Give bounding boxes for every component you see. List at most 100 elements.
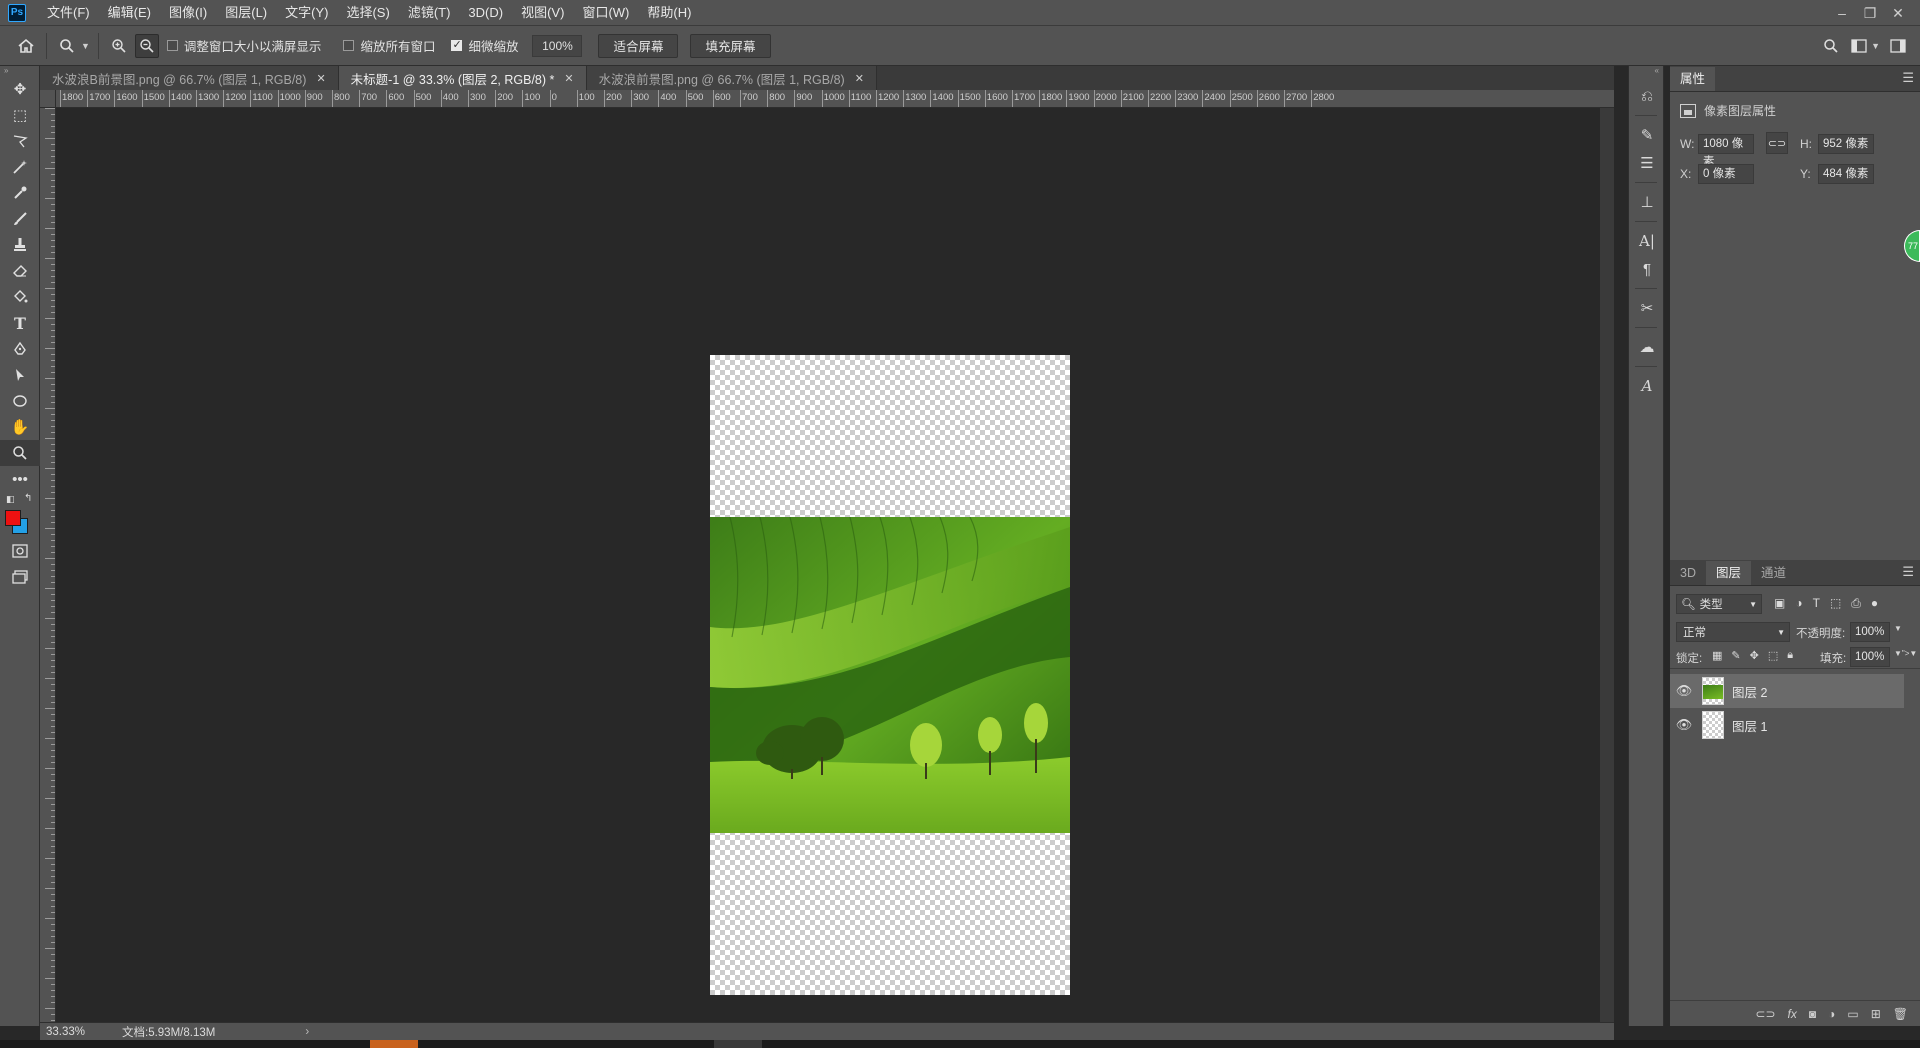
lock-transparent-icon[interactable]: ▦: [1712, 649, 1722, 662]
canvas-area[interactable]: [56, 108, 1614, 1022]
zoom-out-icon[interactable]: [134, 33, 159, 58]
filter-shape-icon[interactable]: ⬚: [1830, 596, 1841, 611]
delete-layer-icon[interactable]: 🗑︎: [1893, 1007, 1908, 1021]
height-field[interactable]: 952 像素: [1818, 134, 1874, 154]
layer-style-icon[interactable]: fx: [1788, 1007, 1797, 1021]
tab-doc-3[interactable]: 水波浪前景图.png @ 66.7% (图层 1, RGB/8) ✕: [586, 66, 877, 90]
ruler-origin[interactable]: [40, 90, 56, 108]
zoom-tool-icon[interactable]: [0, 440, 40, 466]
blend-mode-select[interactable]: 正常 ▼: [1676, 622, 1790, 642]
menu-3d[interactable]: 3D(D): [459, 0, 512, 26]
filter-type-icon[interactable]: T: [1813, 596, 1820, 611]
menu-edit[interactable]: 编辑(E): [99, 0, 160, 26]
filter-toggle-icon[interactable]: ●: [1871, 596, 1878, 611]
type-tool-icon[interactable]: T: [0, 310, 40, 336]
workspace-icon[interactable]: [1847, 34, 1871, 58]
history-icon[interactable]: ⎌: [1629, 82, 1665, 110]
resize-windows-checkbox[interactable]: 调整窗口大小以满屏显示: [166, 36, 321, 55]
layer-name[interactable]: 图层 2: [1732, 682, 1767, 701]
layer-filter-select[interactable]: 🔍︎ 类型 ▼: [1676, 594, 1762, 614]
restore-icon[interactable]: ❐: [1856, 5, 1884, 22]
more-tools-icon[interactable]: •••: [0, 466, 40, 492]
floating-badge[interactable]: 77: [1904, 230, 1920, 262]
search-icon[interactable]: [1819, 34, 1843, 58]
adjustments-icon[interactable]: ☰: [1629, 149, 1665, 177]
zoom-percent-field[interactable]: 100%: [532, 34, 583, 57]
fill-screen-button[interactable]: 填充屏幕: [690, 33, 771, 58]
screen-mode-icon[interactable]: [0, 564, 40, 590]
menu-window[interactable]: 窗口(W): [573, 0, 638, 26]
link-icon[interactable]: ⊂⊃: [1766, 132, 1788, 154]
path-selection-tool-icon[interactable]: [0, 362, 40, 388]
clone-source-icon[interactable]: ⊥: [1629, 188, 1665, 216]
tab-doc-2[interactable]: 未标题-1 @ 33.3% (图层 2, RGB/8) * ✕: [338, 66, 587, 90]
opacity-field[interactable]: 100%: [1850, 622, 1890, 642]
menu-view[interactable]: 视图(V): [512, 0, 573, 26]
swap-colors-icon[interactable]: ↰: [24, 493, 32, 504]
paragraph-icon[interactable]: ¶: [1629, 255, 1665, 283]
new-layer-icon[interactable]: ⊞: [1871, 1007, 1881, 1021]
pen-tool-icon[interactable]: [0, 336, 40, 362]
close-icon[interactable]: ✕: [855, 72, 864, 85]
move-tool-icon[interactable]: ✥: [0, 76, 40, 102]
brush-settings-icon[interactable]: ✎: [1629, 121, 1665, 149]
tab-doc-1[interactable]: 水波浪B前景图.png @ 66.7% (图层 1, RGB/8) ✕: [40, 66, 339, 90]
lock-artboard-icon[interactable]: ⬚: [1768, 649, 1778, 662]
default-colors-icon[interactable]: ◧: [6, 494, 15, 505]
share-panel-icon[interactable]: [1886, 34, 1910, 58]
horizontal-ruler[interactable]: 1800 1700 1600 1500 1400 1300 1200 1100 1000 900 8…: [56, 90, 1614, 108]
filter-smart-object-icon[interactable]: ⎙: [1851, 596, 1861, 611]
lock-all-icon[interactable]: 🔒︎: [1787, 649, 1793, 662]
tab-layers[interactable]: 图层: [1705, 561, 1751, 585]
lasso-tool-icon[interactable]: [0, 128, 40, 154]
checkbox-box[interactable]: [166, 40, 178, 51]
tab-channels[interactable]: 通道: [1751, 561, 1796, 585]
chevron-down-icon[interactable]: ▼">▼: [1894, 649, 1917, 658]
zoom-in-icon[interactable]: [107, 34, 131, 58]
zoom-tool-preset-icon[interactable]: [55, 34, 79, 58]
x-field[interactable]: 0 像素: [1698, 164, 1754, 184]
close-icon[interactable]: ✕: [316, 72, 325, 85]
layer-row[interactable]: 👁︎ 图层 1: [1670, 708, 1904, 742]
menu-type[interactable]: 文字(Y): [276, 0, 337, 26]
vertical-scrollbar[interactable]: [1600, 108, 1614, 1022]
glyphs-icon[interactable]: A: [1629, 372, 1665, 400]
hand-tool-icon[interactable]: ✋: [0, 414, 40, 440]
vertical-ruler[interactable]: [40, 108, 56, 1022]
status-menu-arrow-icon[interactable]: ›: [305, 1026, 309, 1038]
collapse-arrows-icon[interactable]: «: [1629, 66, 1663, 82]
status-zoom[interactable]: 33.33%: [46, 1026, 106, 1038]
adjustment-layer-icon[interactable]: ◑: [1828, 1007, 1835, 1021]
fit-screen-button[interactable]: 适合屏幕: [598, 33, 679, 58]
foreground-color-swatch[interactable]: [5, 510, 21, 526]
magic-wand-tool-icon[interactable]: [0, 154, 40, 180]
creative-cloud-libraries-icon[interactable]: ☁: [1629, 333, 1665, 361]
minimize-icon[interactable]: –: [1828, 5, 1856, 21]
visibility-eye-icon[interactable]: 👁︎: [1670, 683, 1698, 699]
collapse-arrows-icon[interactable]: »: [0, 66, 39, 76]
scrubby-zoom-checkbox[interactable]: 细微缩放: [451, 36, 518, 55]
home-icon[interactable]: [14, 34, 38, 58]
panel-menu-icon[interactable]: ☰: [1902, 564, 1914, 580]
checkbox-box-checked[interactable]: [451, 38, 463, 51]
layer-row[interactable]: 👁︎ 图层 2: [1670, 674, 1904, 708]
tool-presets-icon[interactable]: ✂: [1629, 294, 1665, 322]
character-icon[interactable]: A|: [1629, 227, 1665, 255]
lock-position-icon[interactable]: ✥: [1750, 649, 1759, 662]
fill-field[interactable]: 100%: [1850, 647, 1890, 667]
quick-mask-icon[interactable]: [0, 538, 40, 564]
brush-tool-icon[interactable]: [0, 206, 40, 232]
link-layers-icon[interactable]: ⊂⊃: [1755, 1007, 1775, 1021]
new-group-icon[interactable]: ▭: [1847, 1007, 1858, 1021]
ellipse-tool-icon[interactable]: [0, 388, 40, 414]
menu-help[interactable]: 帮助(H): [638, 0, 700, 26]
close-icon[interactable]: ✕: [564, 72, 573, 85]
tab-properties[interactable]: 属性: [1670, 67, 1716, 91]
eyedropper-tool-icon[interactable]: [0, 180, 40, 206]
y-field[interactable]: 484 像素: [1818, 164, 1874, 184]
taskbar-app[interactable]: [714, 1040, 762, 1048]
close-icon[interactable]: ✕: [1884, 5, 1912, 22]
chevron-down-icon[interactable]: ▼: [81, 41, 90, 51]
visibility-eye-icon[interactable]: 👁︎: [1670, 717, 1698, 733]
menu-select[interactable]: 选择(S): [337, 0, 398, 26]
